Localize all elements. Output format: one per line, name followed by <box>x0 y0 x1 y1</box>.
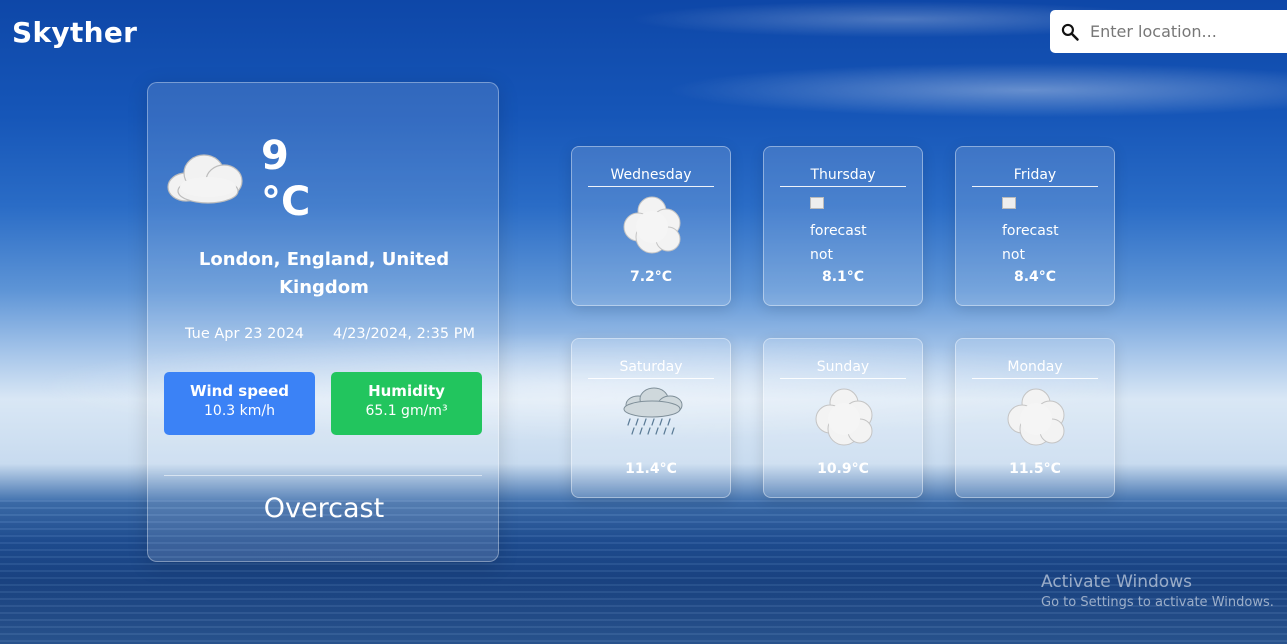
search-bar[interactable] <box>1050 10 1287 53</box>
overcast-cloud-icon <box>167 154 243 204</box>
forecast-temperature: 7.2°C <box>629 269 673 285</box>
forecast-temperature: 10.9°C <box>817 461 869 477</box>
forecast-card-friday: Friday forecast not 8.4°C <box>955 146 1115 306</box>
forecast-day: Thursday <box>780 167 906 187</box>
humidity-value: 65.1 gm/m³ <box>365 403 448 419</box>
rain-cloud-icon <box>623 387 683 435</box>
forecast-card-wednesday: Wednesday 7.2°C <box>571 146 731 306</box>
forecast-day: Wednesday <box>588 167 714 187</box>
forecast-card-thursday: Thursday forecast not 8.1°C <box>763 146 923 306</box>
current-temperature: 9 <box>261 133 289 179</box>
location-name: London, England, United Kingdom <box>198 249 450 298</box>
forecast-temperature: 8.4°C <box>1013 269 1057 285</box>
location-search-input[interactable] <box>1090 22 1280 41</box>
humidity-label: Humidity <box>368 382 445 400</box>
search-icon[interactable] <box>1060 22 1080 42</box>
broken-image-placeholder <box>810 197 824 209</box>
forecast-day: Friday <box>972 167 1098 187</box>
forecast-day: Saturday <box>588 359 714 379</box>
current-datetime: 4/23/2024, 2:35 PM <box>333 326 475 342</box>
broken-image-placeholder <box>1002 197 1016 209</box>
forecast-temperature: 8.1°C <box>821 269 865 285</box>
forecast-day: Sunday <box>780 359 906 379</box>
app-logo: Skyther <box>12 16 138 49</box>
image-alt-text: forecast <box>810 223 867 239</box>
forecast-temperature: 11.4°C <box>625 461 677 477</box>
forecast-card-monday: Monday 11.5°C <box>955 338 1115 498</box>
forecast-card-saturday: Saturday 11.4°C <box>571 338 731 498</box>
cloudy-icon <box>623 196 681 254</box>
current-date: Tue Apr 23 2024 <box>185 326 305 342</box>
temperature-unit: °C <box>261 179 311 225</box>
windows-activation-watermark: Activate Windows Go to Settings to activ… <box>1041 572 1274 610</box>
forecast-day: Monday <box>972 359 1098 379</box>
current-weather-card: 9 °C London, England, United Kingdom Tue… <box>147 82 499 562</box>
image-alt-text: not <box>810 247 833 263</box>
wind-speed-label: Wind speed <box>189 382 290 400</box>
cloudy-icon <box>815 388 873 446</box>
image-alt-text: not <box>1002 247 1025 263</box>
wind-speed-value: 10.3 km/h <box>204 403 275 419</box>
watermark-subtitle: Go to Settings to activate Windows. <box>1041 595 1274 610</box>
cloudy-icon <box>1007 388 1065 446</box>
weather-condition: Overcast <box>263 493 385 524</box>
forecast-temperature: 11.5°C <box>1009 461 1061 477</box>
wind-speed-card: Wind speed 10.3 km/h <box>164 372 315 435</box>
broken-image-icon: forecast not <box>810 195 880 267</box>
divider <box>164 475 482 476</box>
broken-image-icon: forecast not <box>1002 195 1072 267</box>
humidity-card: Humidity 65.1 gm/m³ <box>331 372 482 435</box>
image-alt-text: forecast <box>1002 223 1059 239</box>
watermark-title: Activate Windows <box>1041 572 1192 592</box>
forecast-card-sunday: Sunday 10.9°C <box>763 338 923 498</box>
